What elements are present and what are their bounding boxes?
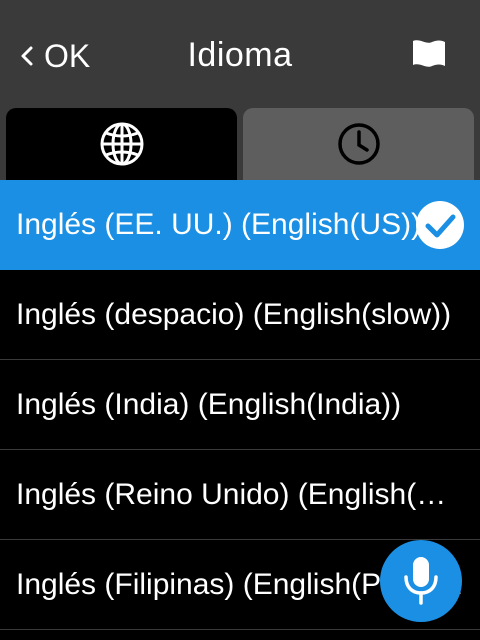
language-label: Inglés (despacio) (English(slow)) [16,298,452,331]
top-bar: OK Idioma [0,0,480,108]
clock-icon [337,123,380,165]
language-label: Inglés (India) (English(India)) [16,388,402,421]
page-title: Idioma [187,36,293,74]
tab-bar [0,108,480,180]
tab-history[interactable] [243,108,474,180]
language-item-en-uk[interactable]: Inglés (Reino Unido) (English(UK)) [0,450,480,540]
language-label: Inglés (EE. UU.) (English(US)) [16,208,420,241]
microphone-button[interactable] [380,540,462,622]
checkmark-icon [416,201,464,249]
language-item-en-slow[interactable]: Inglés (despacio) (English(slow)) [0,270,480,360]
globe-icon [100,122,143,166]
microphone-icon [404,557,438,605]
flag-icon[interactable] [410,38,448,70]
language-item-en-india[interactable]: Inglés (India) (English(India)) [0,360,480,450]
language-item-en-us[interactable]: Inglés (EE. UU.) (English(US)) [0,180,480,270]
tab-languages[interactable] [6,108,237,180]
language-label: Inglés (Reino Unido) (English(UK)) [16,478,466,511]
